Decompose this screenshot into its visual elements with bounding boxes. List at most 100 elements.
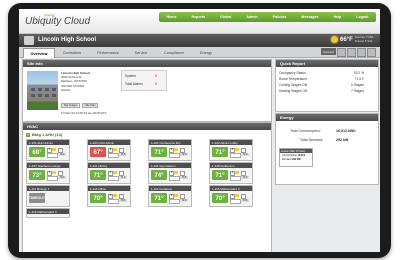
mode-select[interactable] [47,153,58,158]
map-icon[interactable] [357,48,366,57]
mode-select[interactable] [108,199,119,204]
cooling-label: Cooling Stages ON [279,83,308,87]
fan-status-icon [174,148,178,151]
main-nav: Home Reports Global Admin Policies Messa… [159,12,376,22]
setpoint-reading: 71.3 [119,176,127,179]
tile-temperature: 73° [29,170,45,180]
tile-setpoint-controls: 0 74.5 [108,148,128,158]
weather-widget: 66°F Sunrise 7:08a Sunset 5:33a [331,35,373,43]
system-value[interactable]: 1 [155,74,157,78]
tablet-frame: Ubiquity Ubiquity Cloud Home Reports Glo… [8,3,391,258]
nav-messages[interactable]: Messages [301,15,318,19]
mode-select[interactable] [108,176,119,181]
tile-zone-name: 1-101 AHU Admin [27,140,69,145]
meter-legend[interactable]: Lincoln Main D Power Consumption 16,012 … [279,148,313,167]
setpoint-reading: 70.5 [180,176,188,179]
total-demand-label: Total Demand: [300,138,324,142]
mode-select[interactable] [230,199,241,204]
tile-zone-name: 1-114 Guidance [149,186,191,191]
hvac-tile[interactable]: 1-115 Office 70° 0 70.5 [87,185,131,207]
setpoint-reading: 72.0 [241,176,249,179]
mode-select[interactable] [169,153,180,158]
connect-button[interactable]: Connect [320,48,336,55]
tab-performance[interactable]: Performance [91,48,125,57]
tile-setpoint-controls: 0 70.8 [230,194,250,204]
nav-logout[interactable]: Logout [356,15,368,19]
tile-setpoint-controls: 0 72.0 [230,148,250,158]
fan-status-icon [113,171,117,174]
hvac-tile[interactable]: 1-101 Conference Rm 71° 0 72.0 [148,139,192,161]
site-tabs: Overview Controllers Performance Service… [19,47,380,58]
site-address: Lincoln High School 2000 School St. Madi… [61,71,90,92]
grid-icon[interactable] [337,48,346,57]
expand-icon[interactable]: + [26,133,30,137]
tile-temperature: 70° [212,193,228,203]
hvac-tile[interactable]: 1-102 Admin Lobby 71° 0 72.0 [209,139,253,161]
nav-home[interactable]: Home [167,15,177,19]
tile-zone-name: 1-102 Admin Lobby [210,140,252,145]
total-demand-value: 292 kW [336,138,349,142]
mode-select[interactable] [230,176,241,181]
total-alarms-label: Total Alarms [125,82,143,86]
nav-help[interactable]: Help [333,15,341,19]
list-icon[interactable] [347,48,356,57]
mode-select[interactable] [169,176,180,181]
hvac-tile[interactable]: 1-103 OAU Admin 67° 0 74.5 [87,139,131,161]
site-images-button[interactable]: Site Images [61,103,81,108]
hvac-tile[interactable]: 1-111 Biology 1 TIMEOUT [26,185,70,207]
tab-service[interactable]: Service [127,48,155,57]
tile-temperature: 71° [151,147,167,157]
tab-controllers[interactable]: Controllers [57,48,87,57]
hvac-tile[interactable]: 1-128 Auditorium 71° 0 72.0 [209,162,253,184]
building-group[interactable]: + Bldg 1 AHU (13) [26,132,62,137]
hvac-tile[interactable]: 1-116 Mathematics 2 70° 0 70.8 [209,185,253,207]
hvac-panel: HVAC + Bldg 1 AHU (13) 1-101 AHU Admin 68°… [22,122,272,252]
tile-setpoint-controls: 0 72.0 [169,148,189,158]
fan-status-icon [52,171,56,174]
site-files-button[interactable]: Site Files [82,103,99,108]
hvac-tile[interactable]: 1-111 Library 71° 0 71.3 [87,162,131,184]
room-temp-value: 71.5 F [354,77,364,81]
tile-temperature: 71° [151,193,167,203]
hvac-tile[interactable]: 1-121 Gymnasium 74° 0 70.5 [148,162,192,184]
nav-reports[interactable]: Reports [192,15,206,19]
hvac-tile[interactable]: 1-103 Teachers Lounge 73° 0 70.4 [26,162,70,184]
tab-overview[interactable]: Overview [23,48,55,58]
settings-icon[interactable] [367,48,376,57]
site-info-panel: Site Info Lincoln High School 2000 Schoo… [22,59,272,122]
fan-status-icon [113,148,117,151]
legend-demand-value: 292 kW [292,158,301,161]
fan-status-icon [113,194,117,197]
online-status: Online [61,87,71,92]
legend-consumption-label: Consumption [282,154,297,157]
mode-select[interactable] [47,176,58,181]
mode-select[interactable] [108,153,119,158]
tile-zone-name: 1-111 Biology 1 [27,186,69,191]
tab-energy[interactable]: Energy [193,48,219,57]
tile-setpoint-controls: 0 70.2 [47,148,67,158]
nav-global[interactable]: Global [220,15,231,19]
hvac-tile[interactable]: 1-114 Guidance 71° 0 72.0 [148,185,192,207]
total-alarms-value[interactable]: 1 [155,82,157,86]
nav-admin[interactable]: Admin [246,15,257,19]
hvac-header: HVAC [23,123,271,130]
legend-consumption-value: 16,012 [297,154,306,157]
heating-value: 7 Stages [350,89,364,93]
mode-select[interactable] [169,199,180,204]
app-screen: Ubiquity Ubiquity Cloud Home Reports Glo… [19,9,380,252]
hvac-tile[interactable]: 1-101 AHU Admin 68° 0 70.2 [26,139,70,161]
hvac-tile[interactable]: 1-119 Mathematics 1 [26,208,70,218]
school-building-icon [24,36,34,45]
mode-select[interactable] [230,153,241,158]
fan-status-icon [235,148,239,151]
heating-label: Heating Stages ON [279,89,308,93]
fan-status-icon [174,194,178,197]
system-label: System [125,74,136,78]
tab-compliance[interactable]: Compliance [157,48,191,57]
nav-policies[interactable]: Policies [273,15,287,19]
energy-header: Energy [276,114,378,121]
sunset-time: Sunset 5:33a [354,38,373,43]
tile-zone-name: 1-116 Mathematics 2 [210,186,252,191]
tile-temperature: 67° [90,147,106,157]
energy-panel: Energy Total Consumption: 16,012 kWh Tot… [275,113,379,185]
